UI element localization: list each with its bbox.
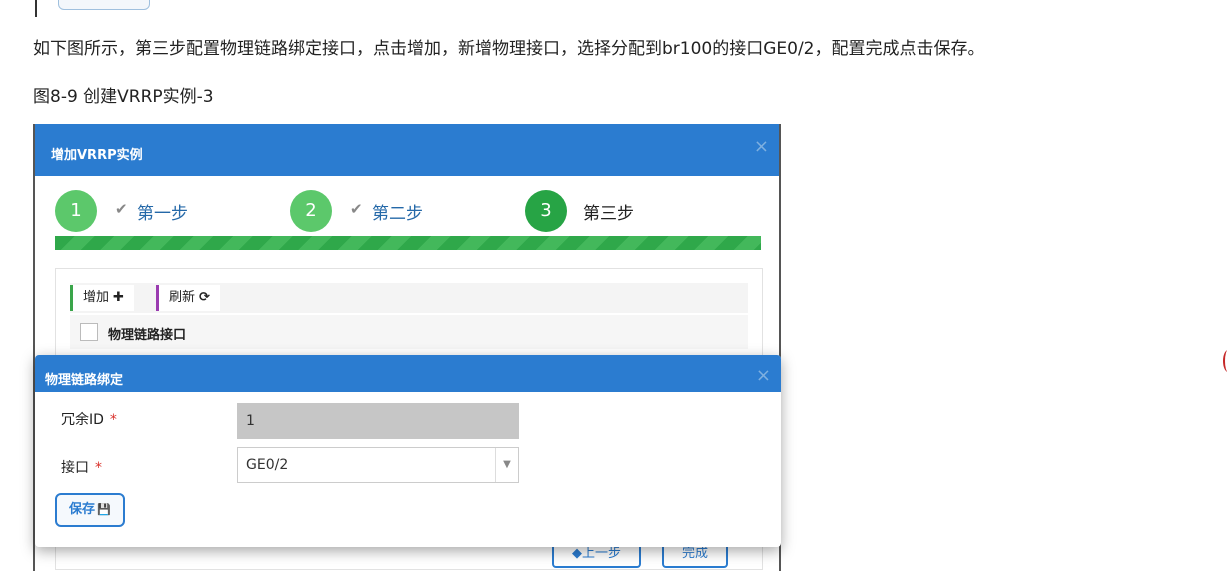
modal-header: 物理链路绑定 × xyxy=(35,355,781,392)
required-mark: * xyxy=(95,460,102,476)
check-icon: ✔ xyxy=(350,200,363,218)
edge-mark xyxy=(1223,350,1227,372)
step-number: 1 xyxy=(55,190,97,232)
field-label: 接口 xyxy=(61,460,89,476)
column-header: 物理链路接口 xyxy=(108,328,187,343)
refresh-button[interactable]: 刷新 ⟳ xyxy=(156,285,220,311)
physical-link-binding-dialog: 物理链路绑定 × 冗余ID * 1 接口 * GE0/2 ▼ 保存 💾 xyxy=(35,355,781,547)
modal-title: 物理链路绑定 xyxy=(45,373,124,388)
toolbar: 增加 ✚ 刷新 ⟳ xyxy=(70,283,748,313)
wizard-title: 增加VRRP实例 xyxy=(51,148,143,163)
wizard-progress-bar xyxy=(55,236,761,250)
plus-icon: ✚ xyxy=(113,290,124,305)
field-label: 冗余ID xyxy=(61,412,104,428)
step-number: 3 xyxy=(525,190,567,232)
select-all-checkbox[interactable] xyxy=(80,323,98,341)
refresh-label: 刷新 xyxy=(169,290,196,305)
partial-button[interactable] xyxy=(58,0,150,10)
interface-label: 接口 * xyxy=(61,457,102,477)
step-number: 2 xyxy=(290,190,332,232)
chevron-down-icon[interactable]: ▼ xyxy=(495,448,518,482)
add-label: 增加 xyxy=(83,290,110,305)
figure-caption: 图8-9 创建VRRP实例-3 xyxy=(33,87,214,107)
required-mark: * xyxy=(109,412,117,428)
add-button[interactable]: 增加 ✚ xyxy=(70,285,134,311)
table-header: 物理链路接口 xyxy=(70,315,748,349)
close-icon[interactable]: × xyxy=(754,136,769,157)
save-icon: 💾 xyxy=(97,503,111,516)
wizard-header: 增加VRRP实例 × xyxy=(35,124,779,176)
close-icon[interactable]: × xyxy=(756,365,771,386)
step-label: 第二步 xyxy=(372,204,423,224)
save-label: 保存 xyxy=(69,502,96,517)
step-label: 第三步 xyxy=(583,204,634,224)
instruction-paragraph: 如下图所示，第三步配置物理链路绑定接口，点击增加，新增物理接口，选择分配到br1… xyxy=(33,39,985,59)
check-icon: ✔ xyxy=(115,200,128,218)
redundancy-id-input[interactable]: 1 xyxy=(237,403,519,439)
save-button[interactable]: 保存 💾 xyxy=(55,493,125,527)
step-label: 第一步 xyxy=(137,204,188,224)
interface-select[interactable]: GE0/2 ▼ xyxy=(237,447,519,483)
page-edge-bar xyxy=(35,0,37,17)
interface-selected-value: GE0/2 xyxy=(246,457,289,473)
redundancy-id-label: 冗余ID * xyxy=(61,409,117,429)
refresh-icon: ⟳ xyxy=(199,290,210,305)
